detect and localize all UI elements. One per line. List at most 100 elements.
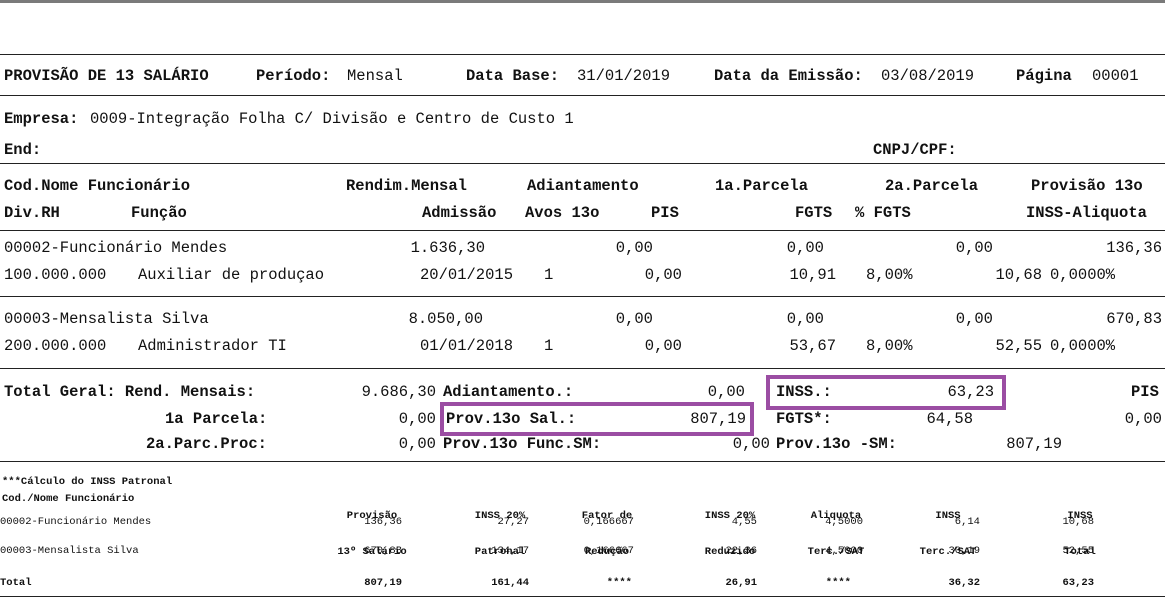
end-label: End: bbox=[4, 141, 42, 159]
employee-name: 00003-Mensalista Silva bbox=[4, 310, 209, 328]
inss-total-value: **** bbox=[825, 577, 851, 589]
inss-row-name: 00002-Funcionário Mendes bbox=[0, 516, 152, 528]
col-pis: PIS bbox=[651, 204, 679, 222]
total-prov-sm-value: 807,19 bbox=[1006, 435, 1062, 453]
inss-row-value: 6,14 bbox=[954, 516, 980, 528]
window-top-border bbox=[0, 0, 1165, 3]
inss-row-value: 134,17 bbox=[491, 545, 529, 557]
cnpj-label: CNPJ/CPF: bbox=[873, 141, 957, 159]
data-base-value: 31/01/2019 bbox=[577, 67, 671, 85]
employee-rendimento: 1.636,30 bbox=[410, 239, 485, 257]
total-fgts-label: FGTS*: bbox=[776, 410, 832, 428]
inss-row-value: 30,19 bbox=[948, 545, 980, 557]
employee-admissao: 01/01/2018 bbox=[420, 337, 514, 355]
employee-aliquota: 0,0000% bbox=[1050, 266, 1116, 284]
data-base-label: Data Base: bbox=[466, 67, 560, 85]
inss-row-value: 4,55 bbox=[731, 516, 757, 528]
total-parcela1-value: 0,00 bbox=[398, 410, 436, 428]
employee-provisao: 136,36 bbox=[1106, 239, 1162, 257]
inss-col-header-patronal: INSS 20% Patronal bbox=[450, 486, 550, 582]
employee-parcela1: 0,00 bbox=[786, 310, 824, 328]
inss-row-name: 00003-Mensalista Silva bbox=[0, 545, 139, 557]
periodo-value: Mensal bbox=[347, 67, 403, 85]
inss-row-value: 27,27 bbox=[497, 516, 529, 528]
divider bbox=[0, 54, 1165, 55]
pagina-value: 00001 bbox=[1092, 67, 1139, 85]
col-provisao: Provisão 13o bbox=[1031, 177, 1143, 195]
inss-row-value: 136,36 bbox=[364, 516, 402, 528]
col-avos: Avos 13o bbox=[525, 204, 600, 222]
inss-col-header-total: INSS Total bbox=[1030, 486, 1130, 582]
inss-total-label: Total bbox=[0, 577, 32, 589]
employee-name: 00002-Funcionário Mendes bbox=[4, 239, 228, 257]
inss-name-header: Cod./Nome Funcionário bbox=[2, 493, 135, 505]
inss-col-header-aliquota: Aliquota Terc./SAT bbox=[786, 486, 886, 582]
total-prov-func-label: Prov.13o Func.SM: bbox=[443, 435, 602, 453]
employee-parcela2: 0,00 bbox=[955, 310, 993, 328]
employee-adiantamento: 0,00 bbox=[615, 310, 653, 328]
total-adiant-label: Adiantamento.: bbox=[443, 383, 574, 401]
employee-admissao: 20/01/2015 bbox=[420, 266, 514, 284]
divider bbox=[0, 296, 1165, 297]
col-inss-aliquota: INSS-Aliquota bbox=[1026, 204, 1147, 222]
report-title: PROVISÃO DE 13 SALÁRIO bbox=[4, 67, 209, 85]
total-prov-sm-label: Prov.13o -SM: bbox=[776, 435, 897, 453]
total-parcela1-label: 1a Parcela: bbox=[165, 410, 268, 428]
divider bbox=[0, 368, 1165, 369]
employee-fgts: 53,67 bbox=[789, 337, 836, 355]
periodo-label: Período: bbox=[256, 67, 331, 85]
total-prov-func-value: 0,00 bbox=[732, 435, 770, 453]
total-fgts-value: 64,58 bbox=[926, 410, 973, 428]
employee-pct-fgts: 8,00% bbox=[866, 337, 913, 355]
prov-sal-highlight-box bbox=[440, 402, 754, 436]
total-parc2-label: 2a.Parc.Proc: bbox=[146, 435, 267, 453]
report-page: PROVISÃO DE 13 SALÁRIO Período: Mensal D… bbox=[0, 0, 1165, 599]
emissao-label: Data da Emissão: bbox=[714, 67, 863, 85]
inss-total-value: 63,23 bbox=[1062, 577, 1094, 589]
employee-rendimento: 8.050,00 bbox=[408, 310, 483, 328]
employee-pct-fgts: 8,00% bbox=[866, 266, 913, 284]
inss-row-value: 4,5000 bbox=[825, 516, 863, 528]
inss-col-header-reduzido: INSS 20% Reduzido bbox=[680, 486, 780, 582]
employee-parcela1: 0,00 bbox=[786, 239, 824, 257]
col-parcela1: 1a.Parcela bbox=[715, 177, 809, 195]
employee-fgts: 10,91 bbox=[789, 266, 836, 284]
employee-aliquota: 0,0000% bbox=[1050, 337, 1116, 355]
total-parc2-value: 0,00 bbox=[398, 435, 436, 453]
employee-parcela2: 0,00 bbox=[955, 239, 993, 257]
total-rend-label: Total Geral: Rend. Mensais: bbox=[4, 383, 256, 401]
empresa-label: Empresa: bbox=[4, 110, 79, 128]
col-funcao: Função bbox=[131, 204, 187, 222]
emissao-value: 03/08/2019 bbox=[881, 67, 975, 85]
employee-avos: 1 bbox=[544, 337, 554, 355]
inss-total-value: 161,44 bbox=[491, 577, 529, 589]
employee-funcao: Auxiliar de produçao bbox=[138, 266, 325, 284]
total-adiant-value: 0,00 bbox=[707, 383, 745, 401]
employee-avos: 1 bbox=[544, 266, 554, 284]
inss-row-value: 10,68 bbox=[1062, 516, 1094, 528]
employee-pis: 0,00 bbox=[644, 266, 682, 284]
inss-total-value: **** bbox=[606, 577, 632, 589]
inss-row-value: 670,83 bbox=[364, 545, 402, 557]
employee-div-rh: 100.000.000 bbox=[4, 266, 107, 284]
col-fgts: FGTS bbox=[795, 204, 833, 222]
empresa-value: 0009-Integração Folha C/ Divisão e Centr… bbox=[90, 110, 574, 128]
inss-col-header-provisao: Provisão 13º Salário bbox=[322, 486, 422, 582]
employee-funcao: Administrador TI bbox=[138, 337, 287, 355]
divider bbox=[0, 95, 1165, 96]
inss-row-value: 0,166667 bbox=[583, 516, 634, 528]
total-pis-label: PIS bbox=[1131, 383, 1159, 401]
total-pis-value: 0,00 bbox=[1124, 410, 1162, 428]
inss-col-header-fator: Fator de Redução bbox=[557, 486, 657, 582]
divider bbox=[0, 596, 1165, 597]
col-div-rh: Div.RH bbox=[4, 204, 60, 222]
inss-row-value: 4,5000 bbox=[825, 545, 863, 557]
col-admissao: Admissão bbox=[422, 204, 497, 222]
col-pct-fgts: % FGTS bbox=[855, 204, 911, 222]
pagina-label: Página bbox=[1016, 67, 1072, 85]
inss-total-value: 26,91 bbox=[725, 577, 757, 589]
employee-provisao: 670,83 bbox=[1106, 310, 1162, 328]
employee-adiantamento: 0,00 bbox=[615, 239, 653, 257]
col-adiantamento: Adiantamento bbox=[527, 177, 639, 195]
inss-row-value: 0,166667 bbox=[583, 545, 634, 557]
